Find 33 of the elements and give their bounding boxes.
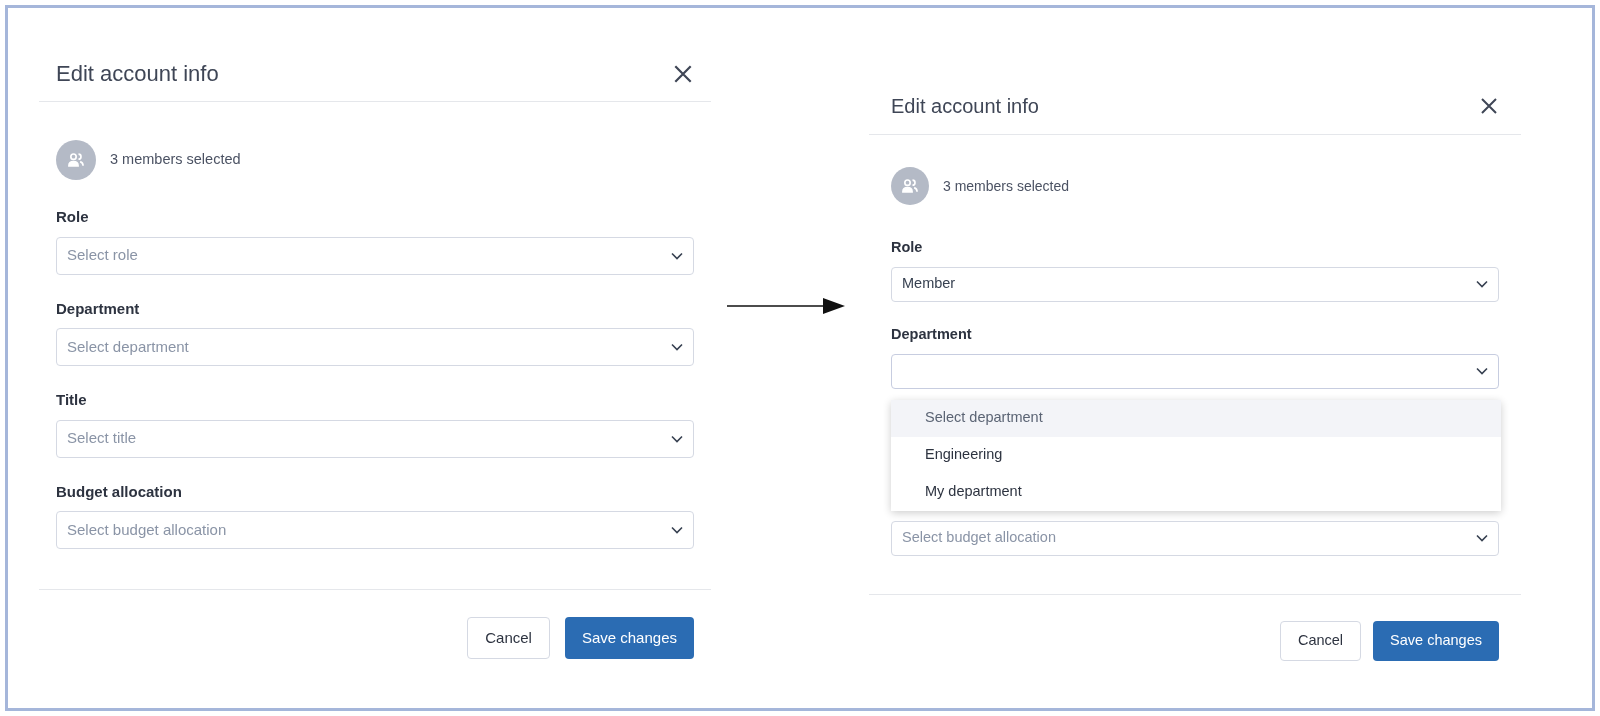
chevron-down-icon — [671, 434, 683, 443]
field-label: Department — [891, 324, 973, 344]
chevron-down-icon — [671, 343, 683, 351]
members-selected-text: 3 members selected — [943, 176, 1070, 196]
dropdown-option[interactable]: Engineering — [891, 436, 1501, 474]
dialog-title: Edit account info — [891, 94, 1039, 119]
group-avatar-icon — [891, 167, 929, 205]
select-field[interactable]: Select department — [56, 328, 694, 366]
save-button[interactable]: Save changes — [1373, 620, 1499, 661]
chevron-down-icon — [671, 251, 683, 260]
select-field[interactable]: Select budget allocation — [56, 511, 694, 549]
close-icon[interactable] — [1479, 96, 1499, 116]
dropdown-option[interactable]: Select department — [891, 399, 1501, 437]
cancel-button[interactable]: Cancel — [1279, 620, 1362, 661]
field-label: Budget allocation — [56, 481, 183, 502]
field-label: Department — [56, 298, 141, 319]
save-button[interactable]: Save changes — [564, 617, 694, 659]
select-field[interactable]: Select role — [56, 236, 694, 275]
chevron-down-icon — [1476, 367, 1488, 375]
members-selected-text: 3 members selected — [110, 150, 241, 170]
dropdown-option[interactable]: My department — [891, 473, 1501, 511]
chevron-down-icon — [671, 526, 683, 534]
dialog-title: Edit account info — [56, 60, 219, 88]
cancel-button[interactable]: Cancel — [467, 617, 550, 659]
select-field[interactable]: Select title — [56, 419, 694, 458]
select-field[interactable]: Member — [891, 266, 1499, 302]
select-field[interactable]: Select budget allocation — [891, 520, 1499, 556]
field-label: Title — [56, 390, 88, 410]
field-label: Role — [891, 238, 924, 257]
group-avatar-icon — [56, 140, 96, 180]
field-label: Role — [56, 207, 90, 227]
chevron-down-icon — [1476, 534, 1488, 542]
chevron-down-icon — [1476, 280, 1488, 289]
